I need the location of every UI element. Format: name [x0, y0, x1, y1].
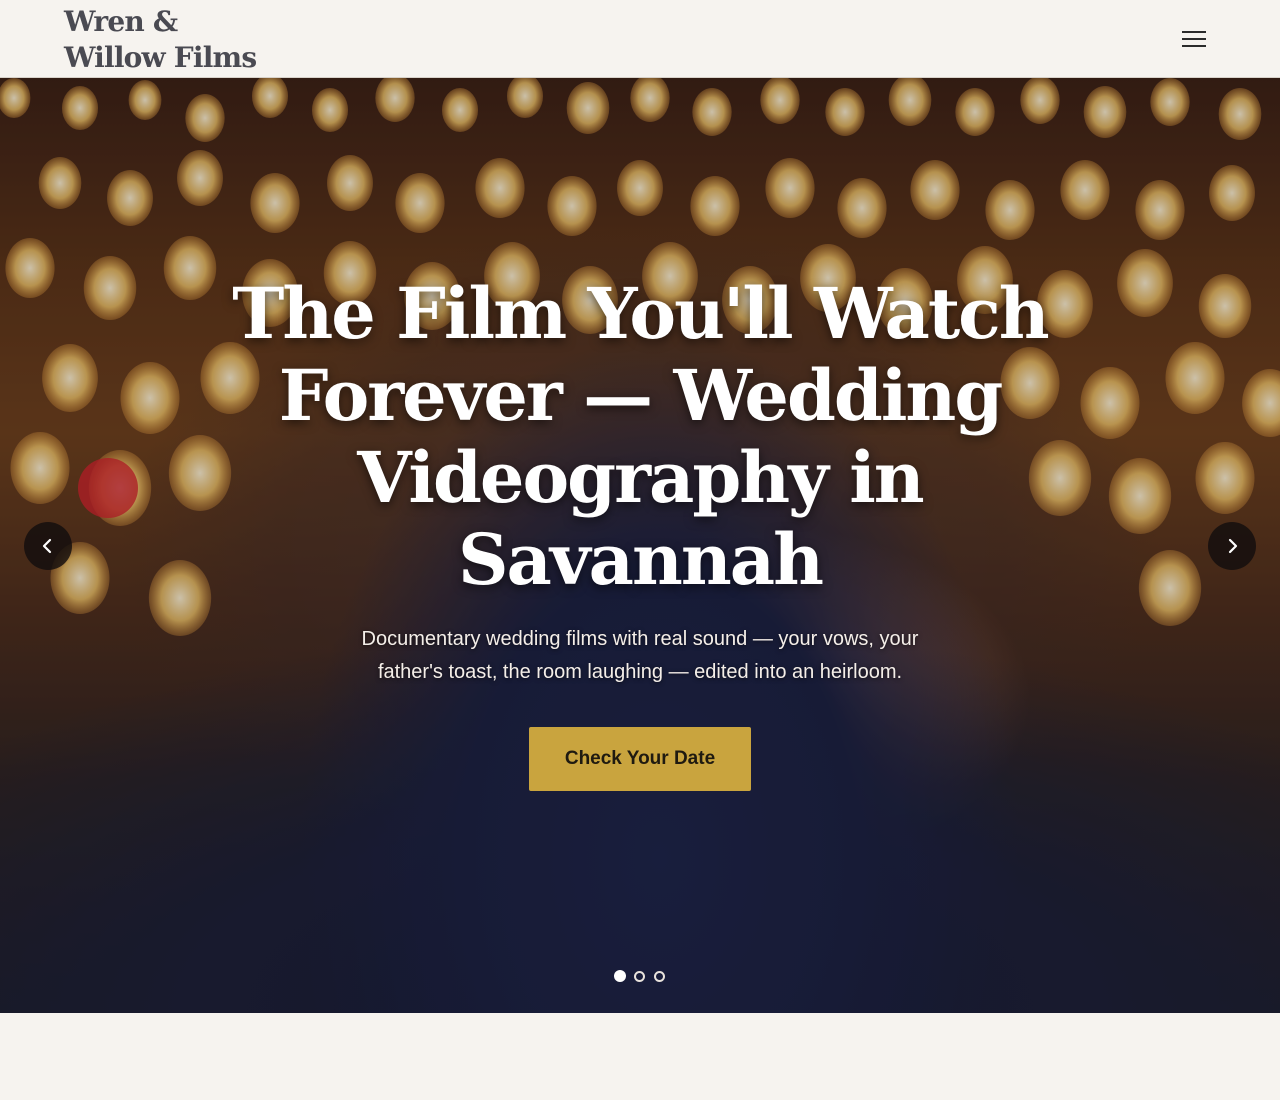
menu-button[interactable] — [1170, 20, 1218, 58]
site-header: Wren & Willow Films — [0, 0, 1280, 78]
below-hero-section — [0, 1013, 1280, 1100]
carousel-dot-2[interactable] — [634, 971, 645, 982]
hero-content: The Film You'll Watch Forever — Wedding … — [220, 273, 1060, 791]
site-logo[interactable]: Wren & Willow Films — [64, 4, 304, 76]
carousel-dot-1[interactable] — [614, 970, 626, 982]
check-date-button[interactable]: Check Your Date — [529, 727, 751, 791]
carousel-dots — [612, 969, 672, 983]
carousel-prev-button[interactable] — [24, 522, 72, 570]
hero-subtitle: Documentary wedding films with real soun… — [361, 628, 919, 683]
carousel-next-button[interactable] — [1208, 522, 1256, 570]
logo-line-1: Wren & — [64, 5, 178, 38]
chevron-left-icon — [42, 538, 52, 554]
hero-title: The Film You'll Watch Forever — Wedding … — [232, 272, 1049, 601]
carousel-dot-3[interactable] — [654, 971, 665, 982]
chevron-right-icon — [1228, 538, 1238, 554]
hero-carousel: The Film You'll Watch Forever — Wedding … — [0, 78, 1280, 1013]
logo-line-2: Willow Films — [64, 41, 257, 74]
